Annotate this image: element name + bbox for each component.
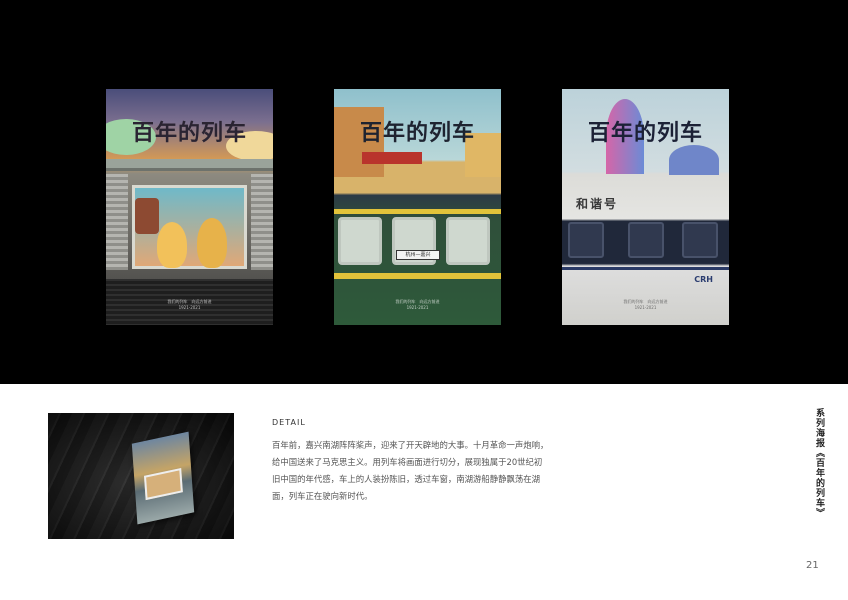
boat-shape xyxy=(135,198,159,234)
poster-caption: 我们的列车 向远方前进 1921-2021 xyxy=(395,299,440,310)
crh-badge: CRH xyxy=(694,275,713,284)
train-window xyxy=(628,222,664,258)
train-window xyxy=(568,222,604,258)
train-stripe xyxy=(334,273,501,279)
poster-old-train[interactable]: 百年的列车 我们的列车 向远方前进 1921-2021 xyxy=(106,89,273,325)
train-stripe xyxy=(334,209,501,214)
dome-shape xyxy=(669,145,719,175)
passenger-figure xyxy=(197,218,227,268)
detail-description: 百年前，嘉兴南湖阵阵桨声，迎来了开天辟地的大事。十月革命一声炮响，给中国送来了马… xyxy=(272,440,549,501)
poster-title-art: 百年的列车 xyxy=(131,121,247,146)
train-window xyxy=(338,217,382,265)
destination-sign: 杭州—嘉兴 xyxy=(396,250,440,260)
detail-heading: DETAIL xyxy=(272,418,306,427)
passenger-figure xyxy=(157,222,187,268)
mockup-photo xyxy=(48,413,234,539)
red-banner xyxy=(362,152,422,164)
train-side-panel xyxy=(106,174,128,270)
poster-crh-train[interactable]: 百年的列车 和谐号 CRH 我们的列车 向远方前进 1921-2021 xyxy=(562,89,729,325)
mockup-poster xyxy=(131,431,195,525)
train-window xyxy=(446,217,490,265)
mockup-window xyxy=(143,468,183,501)
train-stripe xyxy=(562,267,729,270)
poster-caption: 我们的列车 向远方前进 1921-2021 xyxy=(623,299,668,310)
train-window xyxy=(682,222,718,258)
train-nameplate: 和谐号 xyxy=(576,197,619,211)
page-number: 21 xyxy=(806,560,819,571)
train-roof xyxy=(106,159,273,171)
train-side-panel xyxy=(251,174,273,270)
poster-green-train[interactable]: 百年的列车 杭州—嘉兴 我们的列车 向远方前进 1921-2021 xyxy=(334,89,501,325)
train-window xyxy=(132,185,247,269)
series-title: 系列海报《百年的列车》 xyxy=(814,408,824,518)
poster-title-art: 百年的列车 xyxy=(359,121,475,146)
poster-title-art: 百年的列车 xyxy=(587,121,703,146)
poster-caption: 我们的列车 向远方前进 1921-2021 xyxy=(167,299,212,310)
